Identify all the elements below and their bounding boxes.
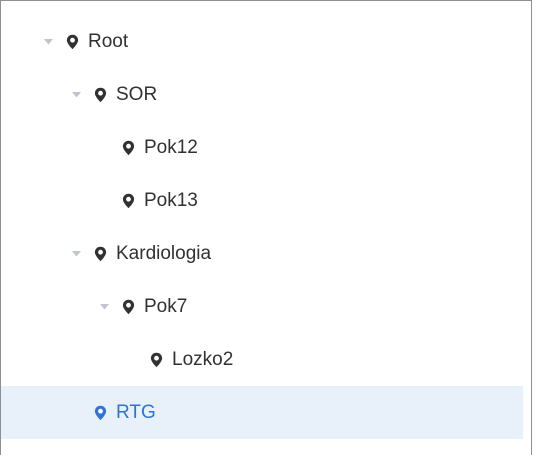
location-pin-icon [93, 246, 107, 262]
tree-node[interactable]: Pok12 [1, 121, 531, 174]
tree-node[interactable]: Root [1, 15, 531, 68]
tree-panel: Root SOR Pok12 Pok13 Kardiologia Pok7 Lozko2 RT… [0, 0, 532, 455]
tree-node-label: Pok7 [144, 295, 188, 317]
tree-node-label: Pok13 [144, 189, 198, 211]
location-pin-icon [121, 299, 135, 315]
tree-node-label: Root [88, 30, 129, 52]
location-pin-icon [121, 193, 135, 209]
caret-down-icon[interactable] [97, 300, 111, 314]
tree-list: Root SOR Pok12 Pok13 Kardiologia Pok7 Lozko2 RT… [1, 1, 531, 439]
tree-node-label: Lozko2 [172, 348, 234, 370]
location-pin-icon [93, 87, 107, 103]
tree-node-label: SOR [116, 83, 158, 105]
tree-node[interactable]: Pok7 [1, 280, 531, 333]
caret-down-icon[interactable] [69, 88, 83, 102]
tree-node-label: RTG [116, 401, 156, 423]
location-pin-icon [65, 34, 79, 50]
caret-down-icon[interactable] [41, 35, 55, 49]
tree-node[interactable]: Pok13 [1, 174, 531, 227]
tree-node[interactable]: RTG [1, 386, 523, 439]
tree-node-label: Kardiologia [116, 242, 212, 264]
caret-down-icon[interactable] [69, 247, 83, 261]
location-pin-icon [93, 405, 107, 421]
tree-node[interactable]: SOR [1, 68, 531, 121]
location-pin-icon [121, 140, 135, 156]
tree-node[interactable]: Kardiologia [1, 227, 531, 280]
tree-node[interactable]: Lozko2 [1, 333, 531, 386]
location-pin-icon [149, 352, 163, 368]
tree-node-label: Pok12 [144, 136, 198, 158]
